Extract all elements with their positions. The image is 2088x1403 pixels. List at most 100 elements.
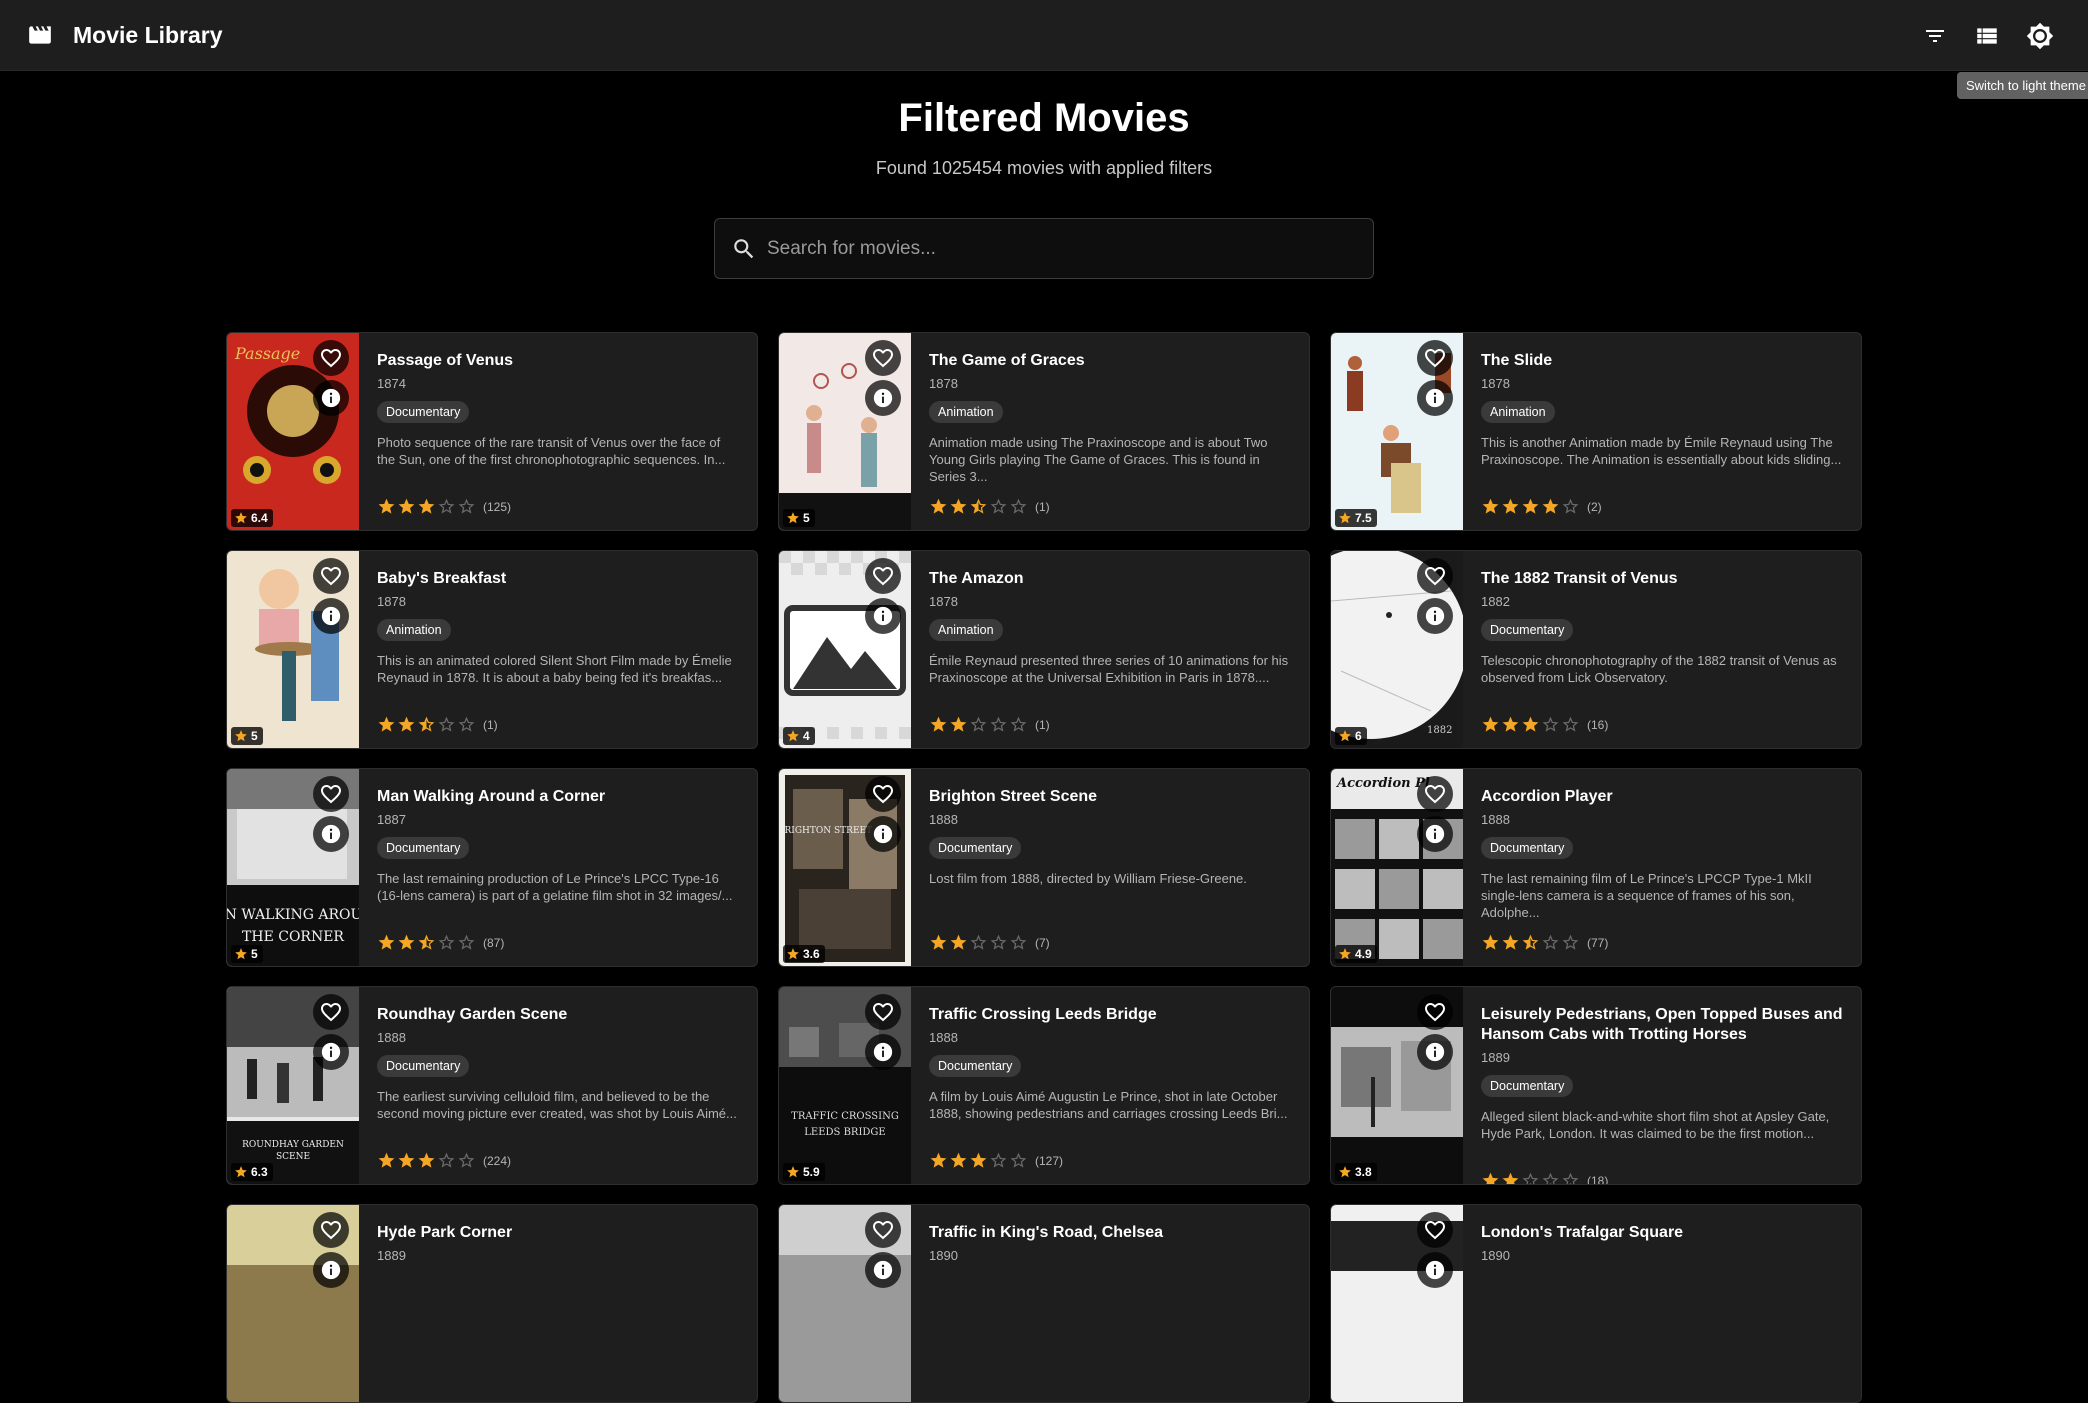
- movie-poster[interactable]: 4: [779, 551, 911, 748]
- genre-chip[interactable]: Documentary: [1481, 1075, 1574, 1097]
- movie-poster[interactable]: MAN WALKING AROUND THE CORNER 5: [227, 769, 359, 966]
- info-button[interactable]: [1417, 816, 1453, 852]
- movie-poster[interactable]: [1331, 1205, 1463, 1402]
- movie-title[interactable]: The Slide: [1481, 351, 1843, 371]
- genre-chip[interactable]: Animation: [929, 619, 1003, 641]
- movie-poster[interactable]: [227, 1205, 359, 1402]
- movie-card[interactable]: MAN WALKING AROUND THE CORNER 5 Man Walking…: [226, 768, 758, 967]
- info-button[interactable]: [865, 598, 901, 634]
- genre-chip[interactable]: Documentary: [377, 1055, 470, 1077]
- favorite-button[interactable]: [1417, 1212, 1453, 1248]
- favorite-button[interactable]: [1417, 558, 1453, 594]
- favorite-button[interactable]: [313, 994, 349, 1030]
- genre-chip[interactable]: Animation: [929, 401, 1003, 423]
- movie-title[interactable]: Brighton Street Scene: [929, 787, 1291, 807]
- info-button[interactable]: [1417, 598, 1453, 634]
- theme-toggle-button[interactable]: [2022, 18, 2058, 54]
- favorite-button[interactable]: [313, 340, 349, 376]
- movie-poster[interactable]: BRIGHTON STREET 3.6: [779, 769, 911, 966]
- filter-button[interactable]: [1917, 18, 1953, 54]
- movie-poster[interactable]: 7.5: [1331, 333, 1463, 530]
- genre-chip[interactable]: Documentary: [929, 837, 1022, 859]
- movie-title[interactable]: The Amazon: [929, 569, 1291, 589]
- genre-chip[interactable]: Documentary: [377, 837, 470, 859]
- genre-chip[interactable]: Documentary: [1481, 837, 1574, 859]
- movie-title[interactable]: The Game of Graces: [929, 351, 1291, 371]
- favorite-button[interactable]: [313, 1212, 349, 1248]
- movie-poster[interactable]: 3.8: [1331, 987, 1463, 1184]
- movie-poster[interactable]: 5: [227, 551, 359, 748]
- favorite-button[interactable]: [1417, 776, 1453, 812]
- movie-card[interactable]: Traffic in King's Road, Chelsea 1890: [778, 1204, 1310, 1403]
- movie-poster[interactable]: Passage 6.4: [227, 333, 359, 530]
- search-input[interactable]: [767, 228, 1373, 269]
- movie-title[interactable]: Roundhay Garden Scene: [377, 1005, 739, 1025]
- movie-info: Accordion Player 1888 Documentary The last …: [1463, 769, 1861, 966]
- info-button[interactable]: [865, 380, 901, 416]
- info-button[interactable]: [1417, 1034, 1453, 1070]
- movie-card[interactable]: 1882 6 The 1882 Transit of Venus 1882 Docume…: [1330, 550, 1862, 749]
- movie-title[interactable]: Man Walking Around a Corner: [377, 787, 739, 807]
- movie-card[interactable]: 5 The Game of Graces 1878 Animation Animatio…: [778, 332, 1310, 531]
- star-icon: [787, 948, 799, 960]
- movie-card[interactable]: Passage 6.4 Passage of Venus 1874 Documentar…: [226, 332, 758, 531]
- movie-poster[interactable]: 1882 6: [1331, 551, 1463, 748]
- movie-description: Telescopic chronophotography of the 1882…: [1481, 653, 1837, 685]
- star-icon: [378, 716, 395, 732]
- favorite-button[interactable]: [1417, 340, 1453, 376]
- movie-poster[interactable]: TRAFFIC CROSSING LEEDS BRIDGE 5.9: [779, 987, 911, 1184]
- movie-card[interactable]: BRIGHTON STREET 3.6 Brighton Street Scene 1…: [778, 768, 1310, 967]
- info-button[interactable]: [313, 380, 349, 416]
- genre-chip[interactable]: Documentary: [929, 1055, 1022, 1077]
- movie-card[interactable]: Accordion Pl 4.9 Accordion Player 1888 Docum…: [1330, 768, 1862, 967]
- list-view-button[interactable]: [1969, 18, 2005, 54]
- movie-title[interactable]: Hyde Park Corner: [377, 1223, 739, 1243]
- favorite-button[interactable]: [865, 340, 901, 376]
- favorite-button[interactable]: [865, 776, 901, 812]
- movie-title[interactable]: Accordion Player: [1481, 787, 1843, 807]
- favorite-button[interactable]: [865, 1212, 901, 1248]
- info-button[interactable]: [1417, 1252, 1453, 1288]
- star-icon: [930, 498, 947, 514]
- info-button[interactable]: [865, 816, 901, 852]
- movie-card[interactable]: 4 The Amazon 1878 Animation Émile Reynaud pr…: [778, 550, 1310, 749]
- info-button[interactable]: [313, 598, 349, 634]
- genre-chip[interactable]: Documentary: [377, 401, 470, 423]
- genre-chip[interactable]: Animation: [377, 619, 451, 641]
- movie-title[interactable]: Traffic in King's Road, Chelsea: [929, 1223, 1291, 1243]
- movie-title[interactable]: Leisurely Pedestrians, Open Topped Buses…: [1481, 1005, 1843, 1045]
- favorite-button[interactable]: [313, 558, 349, 594]
- movie-poster[interactable]: 5: [779, 333, 911, 530]
- movie-card[interactable]: 3.8 Leisurely Pedestrians, Open Topped Bu…: [1330, 986, 1862, 1185]
- movie-poster[interactable]: ROUNDHAY GARDEN SCENE 6.3: [227, 987, 359, 1184]
- svg-text:SCENE: SCENE: [276, 1152, 310, 1162]
- favorite-button[interactable]: [865, 994, 901, 1030]
- movie-card[interactable]: ROUNDHAY GARDEN SCENE 6.3 Roundhay Garden S…: [226, 986, 758, 1185]
- filter-icon: [1926, 30, 1944, 42]
- genre-chip[interactable]: Animation: [1481, 401, 1555, 423]
- movie-title[interactable]: London's Trafalgar Square: [1481, 1223, 1843, 1243]
- movie-title[interactable]: The 1882 Transit of Venus: [1481, 569, 1843, 589]
- movie-title[interactable]: Baby's Breakfast: [377, 569, 739, 589]
- info-button[interactable]: [865, 1252, 901, 1288]
- movie-card[interactable]: TRAFFIC CROSSING LEEDS BRIDGE 5.9 Traffic C…: [778, 986, 1310, 1185]
- movie-card[interactable]: London's Trafalgar Square 1890: [1330, 1204, 1862, 1403]
- star-outline-icon: [1562, 1172, 1579, 1184]
- info-button[interactable]: [865, 1034, 901, 1070]
- favorite-button[interactable]: [313, 776, 349, 812]
- star-icon: [398, 498, 415, 514]
- movie-title[interactable]: Traffic Crossing Leeds Bridge: [929, 1005, 1291, 1025]
- info-button[interactable]: [313, 1034, 349, 1070]
- favorite-button[interactable]: [1417, 994, 1453, 1030]
- movie-poster[interactable]: [779, 1205, 911, 1402]
- movie-card[interactable]: 7.5 The Slide 1878 Animation This is another…: [1330, 332, 1862, 531]
- info-button[interactable]: [313, 816, 349, 852]
- info-button[interactable]: [1417, 380, 1453, 416]
- movie-poster[interactable]: Accordion Pl 4.9: [1331, 769, 1463, 966]
- movie-title[interactable]: Passage of Venus: [377, 351, 739, 371]
- favorite-button[interactable]: [865, 558, 901, 594]
- movie-card[interactable]: 5 Baby's Breakfast 1878 Animation This is an…: [226, 550, 758, 749]
- info-button[interactable]: [313, 1252, 349, 1288]
- genre-chip[interactable]: Documentary: [1481, 619, 1574, 641]
- movie-card[interactable]: Hyde Park Corner 1889: [226, 1204, 758, 1403]
